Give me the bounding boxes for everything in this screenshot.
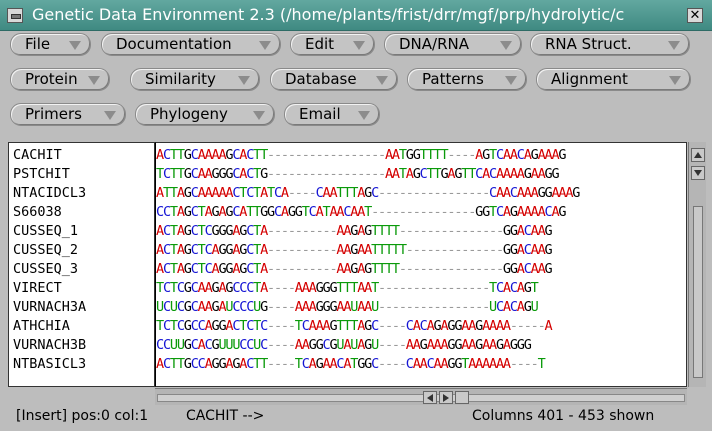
vertical-scroll-thumb[interactable] <box>693 206 703 378</box>
window-menu-icon[interactable] <box>7 8 23 23</box>
menu-label: Protein <box>25 70 78 88</box>
sequence-name[interactable]: PSTCHIT <box>13 165 70 184</box>
dropdown-arrow-icon <box>668 41 680 50</box>
dropdown-arrow-icon <box>358 111 370 120</box>
scroll-up-icon[interactable] <box>691 148 705 162</box>
sequence-row[interactable]: TCTCGCAAGAGCCCTA----AAAGGGTTTAAT--------… <box>156 279 539 298</box>
sequence-name[interactable]: CACHIT <box>13 146 62 165</box>
sequence-row[interactable]: UCUCGCAAGAUCCCUG----AAAGGGAAUAAU--------… <box>156 298 539 317</box>
dropdown-arrow-icon <box>353 41 365 50</box>
sequence-row[interactable]: CCTAGCTAGAGCATTGGCAGGTCATAACAAT---------… <box>156 203 567 222</box>
sequence-row[interactable]: TCTCGCCAGGACTCTC----TCAAAGTTTAGC----CACA… <box>156 317 553 336</box>
menu-alignment[interactable]: Alignment <box>536 68 691 91</box>
menu-label: Patterns <box>422 70 484 88</box>
sequence-row[interactable]: ACTAGCTCAGGAGCTA----------AAGAATTTTT----… <box>156 241 553 260</box>
menu-label: Alignment <box>551 70 628 88</box>
sequence-row[interactable]: ACTAGCTCAGGAGCTA----------AAGAGTTTT-----… <box>156 260 553 279</box>
sequence-name[interactable]: S66038 <box>13 203 62 222</box>
vertical-scrollbar[interactable] <box>688 142 706 387</box>
sequence-row[interactable]: CCUUGCACGUUUCCUC----AAGGCGUAUAGU----AAGA… <box>156 336 532 355</box>
dropdown-arrow-icon <box>88 76 100 85</box>
dropdown-arrow-icon <box>259 41 271 50</box>
menu-label: Documentation <box>116 35 232 53</box>
dropdown-arrow-icon <box>69 41 81 50</box>
menu-label: Primers <box>25 105 82 123</box>
sequence-row[interactable]: ACTTGCCAGGAGACTT----TCAGAACATGGC----CAAC… <box>156 355 546 374</box>
columns-shown: Columns 401 - 453 shown <box>472 408 655 424</box>
sequence-name[interactable]: VURNACH3B <box>13 336 86 355</box>
cursor-position: [Insert] pos:0 col:1 <box>16 408 149 424</box>
sequence-row[interactable]: ACTTGCAAAAGCACTT-----------------AATGGTT… <box>156 146 567 165</box>
menu-edit[interactable]: Edit <box>290 33 375 56</box>
sequence-name[interactable]: CUSSEQ_3 <box>13 260 78 279</box>
menu-label: Email <box>299 105 341 123</box>
status-bar: [Insert] pos:0 col:1 CACHIT --> Columns … <box>0 405 712 431</box>
menu-label: Phylogeny <box>150 105 228 123</box>
menu-label: Similarity <box>145 70 216 88</box>
menu-similarity[interactable]: Similarity <box>130 68 260 91</box>
menu-patterns[interactable]: Patterns <box>407 68 527 91</box>
dropdown-arrow-icon <box>104 111 116 120</box>
menu-label: File <box>25 35 51 53</box>
menu-documentation[interactable]: Documentation <box>101 33 281 56</box>
menu-label: DNA/RNA <box>399 35 469 53</box>
menu-protein[interactable]: Protein <box>10 68 110 91</box>
close-icon[interactable]: ✕ <box>687 8 703 23</box>
sequence-row[interactable]: ACTAGCTCGGGAGCTA----------AAGAGTTTT-----… <box>156 222 553 241</box>
scroll-down-icon[interactable] <box>691 166 705 180</box>
scroll-left-icon[interactable] <box>423 391 437 404</box>
sequence-name-list[interactable]: CACHIT PSTCHIT NTACIDCL3 S66038 CUSSEQ_1… <box>8 142 155 387</box>
sequence-name[interactable]: VURNACH3A <box>13 298 86 317</box>
dropdown-arrow-icon <box>376 76 388 85</box>
sequence-name[interactable]: CUSSEQ_1 <box>13 222 78 241</box>
menu-file[interactable]: File <box>10 33 91 56</box>
sequence-name[interactable]: ATHCHIA <box>13 317 70 336</box>
dropdown-arrow-icon <box>253 111 265 120</box>
dropdown-arrow-icon <box>500 41 512 50</box>
menu-label: Database <box>285 70 357 88</box>
menu-dna-rna[interactable]: DNA/RNA <box>384 33 522 56</box>
dropdown-arrow-icon <box>505 76 517 85</box>
scroll-right-icon[interactable] <box>439 391 453 404</box>
sequence-row[interactable]: TCTTGCAAGGGCACTG-----------------AATAGCT… <box>156 165 560 184</box>
menu-rna-struct[interactable]: RNA Struct. <box>530 33 690 56</box>
sequence-name[interactable]: CUSSEQ_2 <box>13 241 78 260</box>
horizontal-scroll-track[interactable] <box>157 394 685 402</box>
window-title: Genetic Data Environment 2.3 (/home/plan… <box>32 5 625 24</box>
sequence-row[interactable]: ATTAGCAAAAACTCTATCA----CAATTTAGC--------… <box>156 184 580 203</box>
horizontal-scrollbar[interactable] <box>155 388 687 405</box>
menu-database[interactable]: Database <box>270 68 398 91</box>
alignment-view[interactable]: ACTTGCAAAAGCACTT-----------------AATGGTT… <box>155 142 687 387</box>
sequence-name[interactable]: NTBASICL3 <box>13 355 86 374</box>
sequence-name[interactable]: NTACIDCL3 <box>13 184 86 203</box>
horizontal-scroll-thumb[interactable] <box>455 391 469 404</box>
dropdown-arrow-icon <box>238 76 250 85</box>
sequence-name[interactable]: VIRECT <box>13 279 62 298</box>
dropdown-arrow-icon <box>669 76 681 85</box>
menu-primers[interactable]: Primers <box>10 103 126 126</box>
title-bar: Genetic Data Environment 2.3 (/home/plan… <box>0 0 712 31</box>
menu-phylogeny[interactable]: Phylogeny <box>135 103 275 126</box>
menu-email[interactable]: Email <box>284 103 380 126</box>
menu-label: RNA Struct. <box>545 35 632 53</box>
current-sequence: CACHIT --> <box>186 408 265 424</box>
menu-label: Edit <box>305 35 335 53</box>
